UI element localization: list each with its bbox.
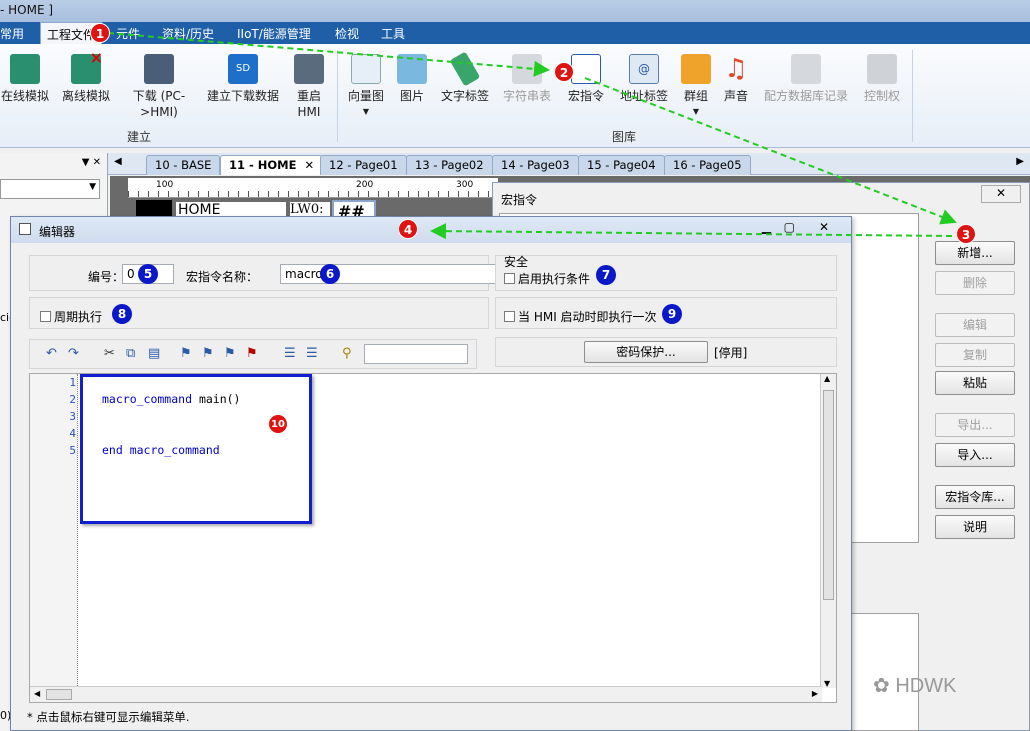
step-badge-9: 9 xyxy=(662,304,682,324)
arrow-1-to-2 xyxy=(107,32,550,77)
step-badge-3: 3 xyxy=(956,224,976,244)
arrow-3-to-4 xyxy=(430,223,953,240)
step-badge-8: 8 xyxy=(112,304,132,324)
step-badge-4: 4 xyxy=(398,219,418,239)
arrow-2-to-3 xyxy=(584,77,957,225)
step-badge-5: 5 xyxy=(138,264,158,284)
step-badge-7: 7 xyxy=(596,265,616,285)
annotation-arrows xyxy=(107,32,957,240)
step-badge-6: 6 xyxy=(320,264,340,284)
step-badge-10: 10 xyxy=(268,414,288,434)
step-badge-2: 2 xyxy=(554,62,574,82)
step-badge-1: 1 xyxy=(90,23,110,43)
